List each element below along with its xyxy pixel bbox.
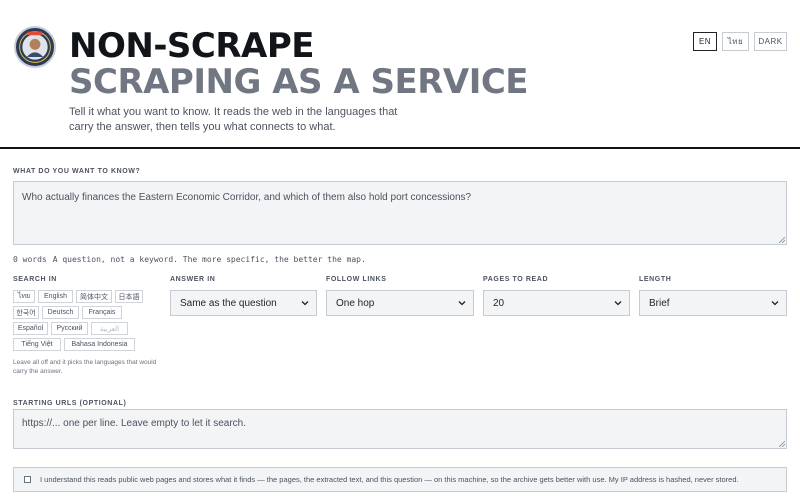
consent-row: I understand this reads public web pages… — [13, 467, 787, 492]
question-text: Who actually finances the Eastern Econom… — [22, 192, 472, 203]
language-chip-vietnamese[interactable]: Tiếng Việt — [13, 338, 61, 351]
pages-to-read-select[interactable]: 20 — [483, 290, 630, 316]
consent-checkbox[interactable] — [24, 476, 31, 483]
pages-to-read-value: 20 — [493, 297, 505, 309]
consent-text: I understand this reads public web pages… — [40, 475, 739, 484]
starting-urls-placeholder: https://... one per line. Leave empty to… — [22, 418, 247, 429]
tagline: Tell it what you want to know. It reads … — [69, 106, 398, 133]
language-chip-chinese[interactable]: 简体中文 — [76, 290, 112, 303]
header-divider — [0, 147, 800, 149]
language-chip-french[interactable]: Français — [82, 306, 122, 319]
page-title: NON-SCRAPE — [69, 26, 315, 66]
hint-text: A question, not a keyword. The more spec… — [52, 255, 366, 264]
chevron-down-icon — [614, 301, 622, 306]
follow-links-label: FOLLOW LINKS — [326, 276, 387, 283]
chevron-down-icon — [301, 301, 309, 306]
language-chip-german[interactable]: Deutsch — [42, 306, 79, 319]
seal-logo-icon — [14, 26, 56, 68]
page-subtitle: SCRAPING AS A SERVICE — [69, 62, 529, 102]
question-label: WHAT DO YOU WANT TO KNOW? — [13, 168, 141, 175]
language-button-en[interactable]: EN — [693, 32, 717, 51]
question-input[interactable]: Who actually finances the Eastern Econom… — [13, 181, 787, 245]
follow-links-value: One hop — [336, 297, 375, 309]
chevron-down-icon — [458, 301, 466, 306]
resize-handle-icon[interactable] — [779, 441, 785, 447]
pages-to-read-label: PAGES TO READ — [483, 276, 549, 283]
language-chip-korean[interactable]: 한국어 — [13, 306, 39, 319]
language-chip-indonesian[interactable]: Bahasa Indonesia — [64, 338, 135, 351]
question-hint: 0 words A question, not a keyword. The mo… — [13, 255, 366, 264]
search-in-note: Leave all off and it picks the languages… — [13, 359, 157, 375]
length-select[interactable]: Brief — [639, 290, 787, 316]
language-button-thai[interactable]: ไทย — [722, 32, 749, 51]
length-value: Brief — [649, 297, 670, 309]
starting-urls-input[interactable]: https://... one per line. Leave empty to… — [13, 409, 787, 449]
answer-in-select[interactable]: Same as the question — [170, 290, 317, 316]
language-chip-spanish[interactable]: Español — [13, 322, 48, 335]
language-chip-japanese[interactable]: 日本語 — [115, 290, 143, 303]
length-label: LENGTH — [639, 276, 672, 283]
resize-handle-icon[interactable] — [779, 237, 785, 243]
starting-urls-label: STARTING URLS (OPTIONAL) — [13, 400, 127, 407]
chevron-down-icon — [771, 301, 779, 306]
follow-links-select[interactable]: One hop — [326, 290, 474, 316]
answer-in-label: ANSWER IN — [170, 276, 216, 283]
language-chip-russian[interactable]: Русский — [51, 322, 88, 335]
page-header: NON-SCRAPE SCRAPING AS A SERVICE Tell it… — [0, 0, 800, 148]
search-in-label: SEARCH IN — [13, 276, 57, 283]
language-chip-thai[interactable]: ไทย — [13, 290, 35, 303]
word-count: 0 words — [13, 255, 47, 264]
language-chip-english[interactable]: English — [38, 290, 73, 303]
answer-in-value: Same as the question — [180, 297, 277, 309]
language-chip-arabic[interactable]: العربية — [91, 322, 128, 335]
dark-mode-button[interactable]: DARK — [754, 32, 787, 51]
